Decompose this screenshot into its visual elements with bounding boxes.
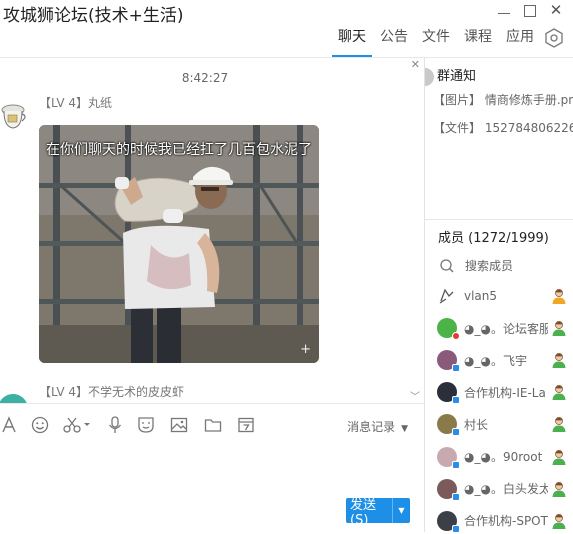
admin-badge-icon xyxy=(552,513,566,529)
send-options-caret-icon[interactable]: ▼ xyxy=(392,498,410,523)
send-label: 发送(S) xyxy=(350,497,377,528)
message-sender-line: 【LV 4】丸纸 xyxy=(39,94,112,111)
member-row[interactable]: ◕_◕。论坛客服 xyxy=(437,316,573,341)
sender-avatar-2[interactable] xyxy=(0,394,28,403)
expand-image-icon[interactable]: + xyxy=(300,342,311,357)
member-name: ◕_◕。90root xyxy=(464,450,543,464)
member-name: ◕_◕。论坛客服 xyxy=(464,321,548,336)
folder-icon[interactable] xyxy=(203,415,223,435)
right-panel: 群通知 【图片】 情商修炼手册.png 【文件】 152784806226...… xyxy=(425,58,573,534)
member-name: 合作机构-IE-La xyxy=(464,385,546,400)
meme-picture xyxy=(39,125,319,363)
member-name: ◕_◕。白头发太 xyxy=(464,482,548,497)
admin-badge-icon xyxy=(552,449,566,465)
admin-badge-icon xyxy=(552,321,566,337)
meme-caption: 在你们聊天的时候我已经扛了几百包水泥了 xyxy=(46,142,312,158)
sender-level: 【LV 4】 xyxy=(39,96,89,110)
member-avatar[interactable] xyxy=(437,510,460,533)
member-row[interactable]: ◕_◕。飞宇 xyxy=(437,348,573,373)
minimize-icon xyxy=(498,6,510,14)
sender-avatar[interactable] xyxy=(0,101,28,131)
tab-chat[interactable]: 聊天 xyxy=(331,25,373,57)
member-avatar[interactable] xyxy=(437,286,457,306)
member-name: vlan5 xyxy=(464,289,498,303)
member-row[interactable]: ◕_◕。白头发太 xyxy=(437,477,573,501)
message-history-label: 消息记录 xyxy=(347,420,396,434)
search-icon xyxy=(440,258,454,272)
member-avatar[interactable] xyxy=(437,446,460,469)
member-search-placeholder: 搜索成员 xyxy=(465,259,514,273)
close-button[interactable]: ✕ xyxy=(549,2,563,18)
tab-announcements[interactable]: 公告 xyxy=(373,25,415,57)
collapse-panel-icon[interactable]: ✕ xyxy=(411,58,420,71)
title-bar: 攻城狮论坛(技术+生活) ✕ 聊天 公告 文件 课程 应用 xyxy=(0,0,573,58)
window-controls: ✕ xyxy=(497,2,563,18)
tab-apps[interactable]: 应用 xyxy=(499,25,541,57)
tab-bar: 聊天 公告 文件 课程 应用 xyxy=(331,25,565,57)
member-row[interactable]: ◕_◕。90root xyxy=(437,445,573,469)
message-sender-line-2: 【LV 4】不学无术的皮皮虾 xyxy=(39,383,184,400)
chevron-down-icon[interactable]: ﹀ xyxy=(410,388,420,403)
tab-files[interactable]: 文件 xyxy=(415,25,457,57)
member-name: ◕_◕。飞宇 xyxy=(464,353,527,368)
emoji-icon[interactable] xyxy=(30,415,50,435)
notice-item[interactable]: 【图片】 情商修炼手册.png xyxy=(433,91,573,108)
member-name: 合作机构-SPOT xyxy=(464,514,548,529)
font-icon[interactable] xyxy=(0,415,20,435)
sticker-icon[interactable] xyxy=(136,415,156,435)
chat-message-area[interactable]: ✕ 8:42:27 【LV 4】丸纸 在你们聊天的时候我已经扛了几百包水泥了 +… xyxy=(0,58,424,403)
member-name: 村长 xyxy=(464,417,489,432)
member-status-badge xyxy=(452,364,460,373)
admin-badge-icon xyxy=(552,353,566,369)
sender-name[interactable]: 丸纸 xyxy=(88,96,112,110)
maximize-icon xyxy=(524,5,536,17)
member-status-badge xyxy=(452,492,460,501)
member-avatar[interactable] xyxy=(437,350,460,373)
window-title: 攻城狮论坛(技术+生活) xyxy=(3,6,184,26)
sender-name-2[interactable]: 不学无术的皮皮虾 xyxy=(88,385,184,399)
section-divider xyxy=(425,219,573,220)
member-row[interactable]: 村长 xyxy=(437,412,573,437)
scissors-icon[interactable] xyxy=(62,415,92,435)
member-avatar[interactable] xyxy=(437,318,460,341)
maximize-button[interactable] xyxy=(523,2,537,18)
member-avatar[interactable] xyxy=(437,478,460,501)
member-search[interactable]: 搜索成员 xyxy=(439,257,513,274)
member-row[interactable]: vlan5 xyxy=(437,284,573,308)
admin-badge-icon xyxy=(552,385,566,401)
member-status-badge xyxy=(452,524,460,533)
notice-item[interactable]: 【文件】 152784806226... xyxy=(433,119,573,136)
admin-badge-icon xyxy=(552,481,566,497)
member-status-badge xyxy=(452,396,460,405)
member-row[interactable]: 合作机构-SPOT xyxy=(437,509,573,533)
sender-level-2: 【LV 4】 xyxy=(39,385,89,399)
calendar-icon[interactable] xyxy=(236,415,256,435)
close-icon: ✕ xyxy=(549,0,563,19)
member-status-badge xyxy=(452,428,460,437)
message-timestamp: 8:42:27 xyxy=(181,71,229,85)
expand-notice-handle[interactable] xyxy=(425,68,434,86)
meme-image[interactable]: 在你们聊天的时候我已经扛了几百包水泥了 + xyxy=(39,125,319,363)
notice-title: 群通知 xyxy=(437,69,477,84)
admin-badge-icon xyxy=(552,417,566,433)
message-history-button[interactable]: 消息记录 ▼ xyxy=(347,418,408,435)
members-title: 成员 (1272/1999) xyxy=(438,231,549,246)
member-avatar[interactable] xyxy=(437,382,460,405)
image-icon[interactable] xyxy=(169,415,189,435)
minimize-button[interactable] xyxy=(497,2,511,18)
owner-badge-icon xyxy=(552,289,566,304)
tab-courses[interactable]: 课程 xyxy=(457,25,499,57)
member-row[interactable]: 合作机构-IE-La xyxy=(437,380,573,405)
caret-down-icon: ▼ xyxy=(401,424,408,434)
input-toolbar: 消息记录 ▼ xyxy=(0,403,424,447)
send-button[interactable]: 发送(S) ▼ xyxy=(346,498,410,528)
member-avatar[interactable] xyxy=(437,414,460,437)
member-status-badge xyxy=(452,332,460,341)
member-status-badge xyxy=(452,460,460,469)
settings-hexagon-icon[interactable] xyxy=(543,27,565,49)
microphone-icon[interactable] xyxy=(105,415,125,435)
